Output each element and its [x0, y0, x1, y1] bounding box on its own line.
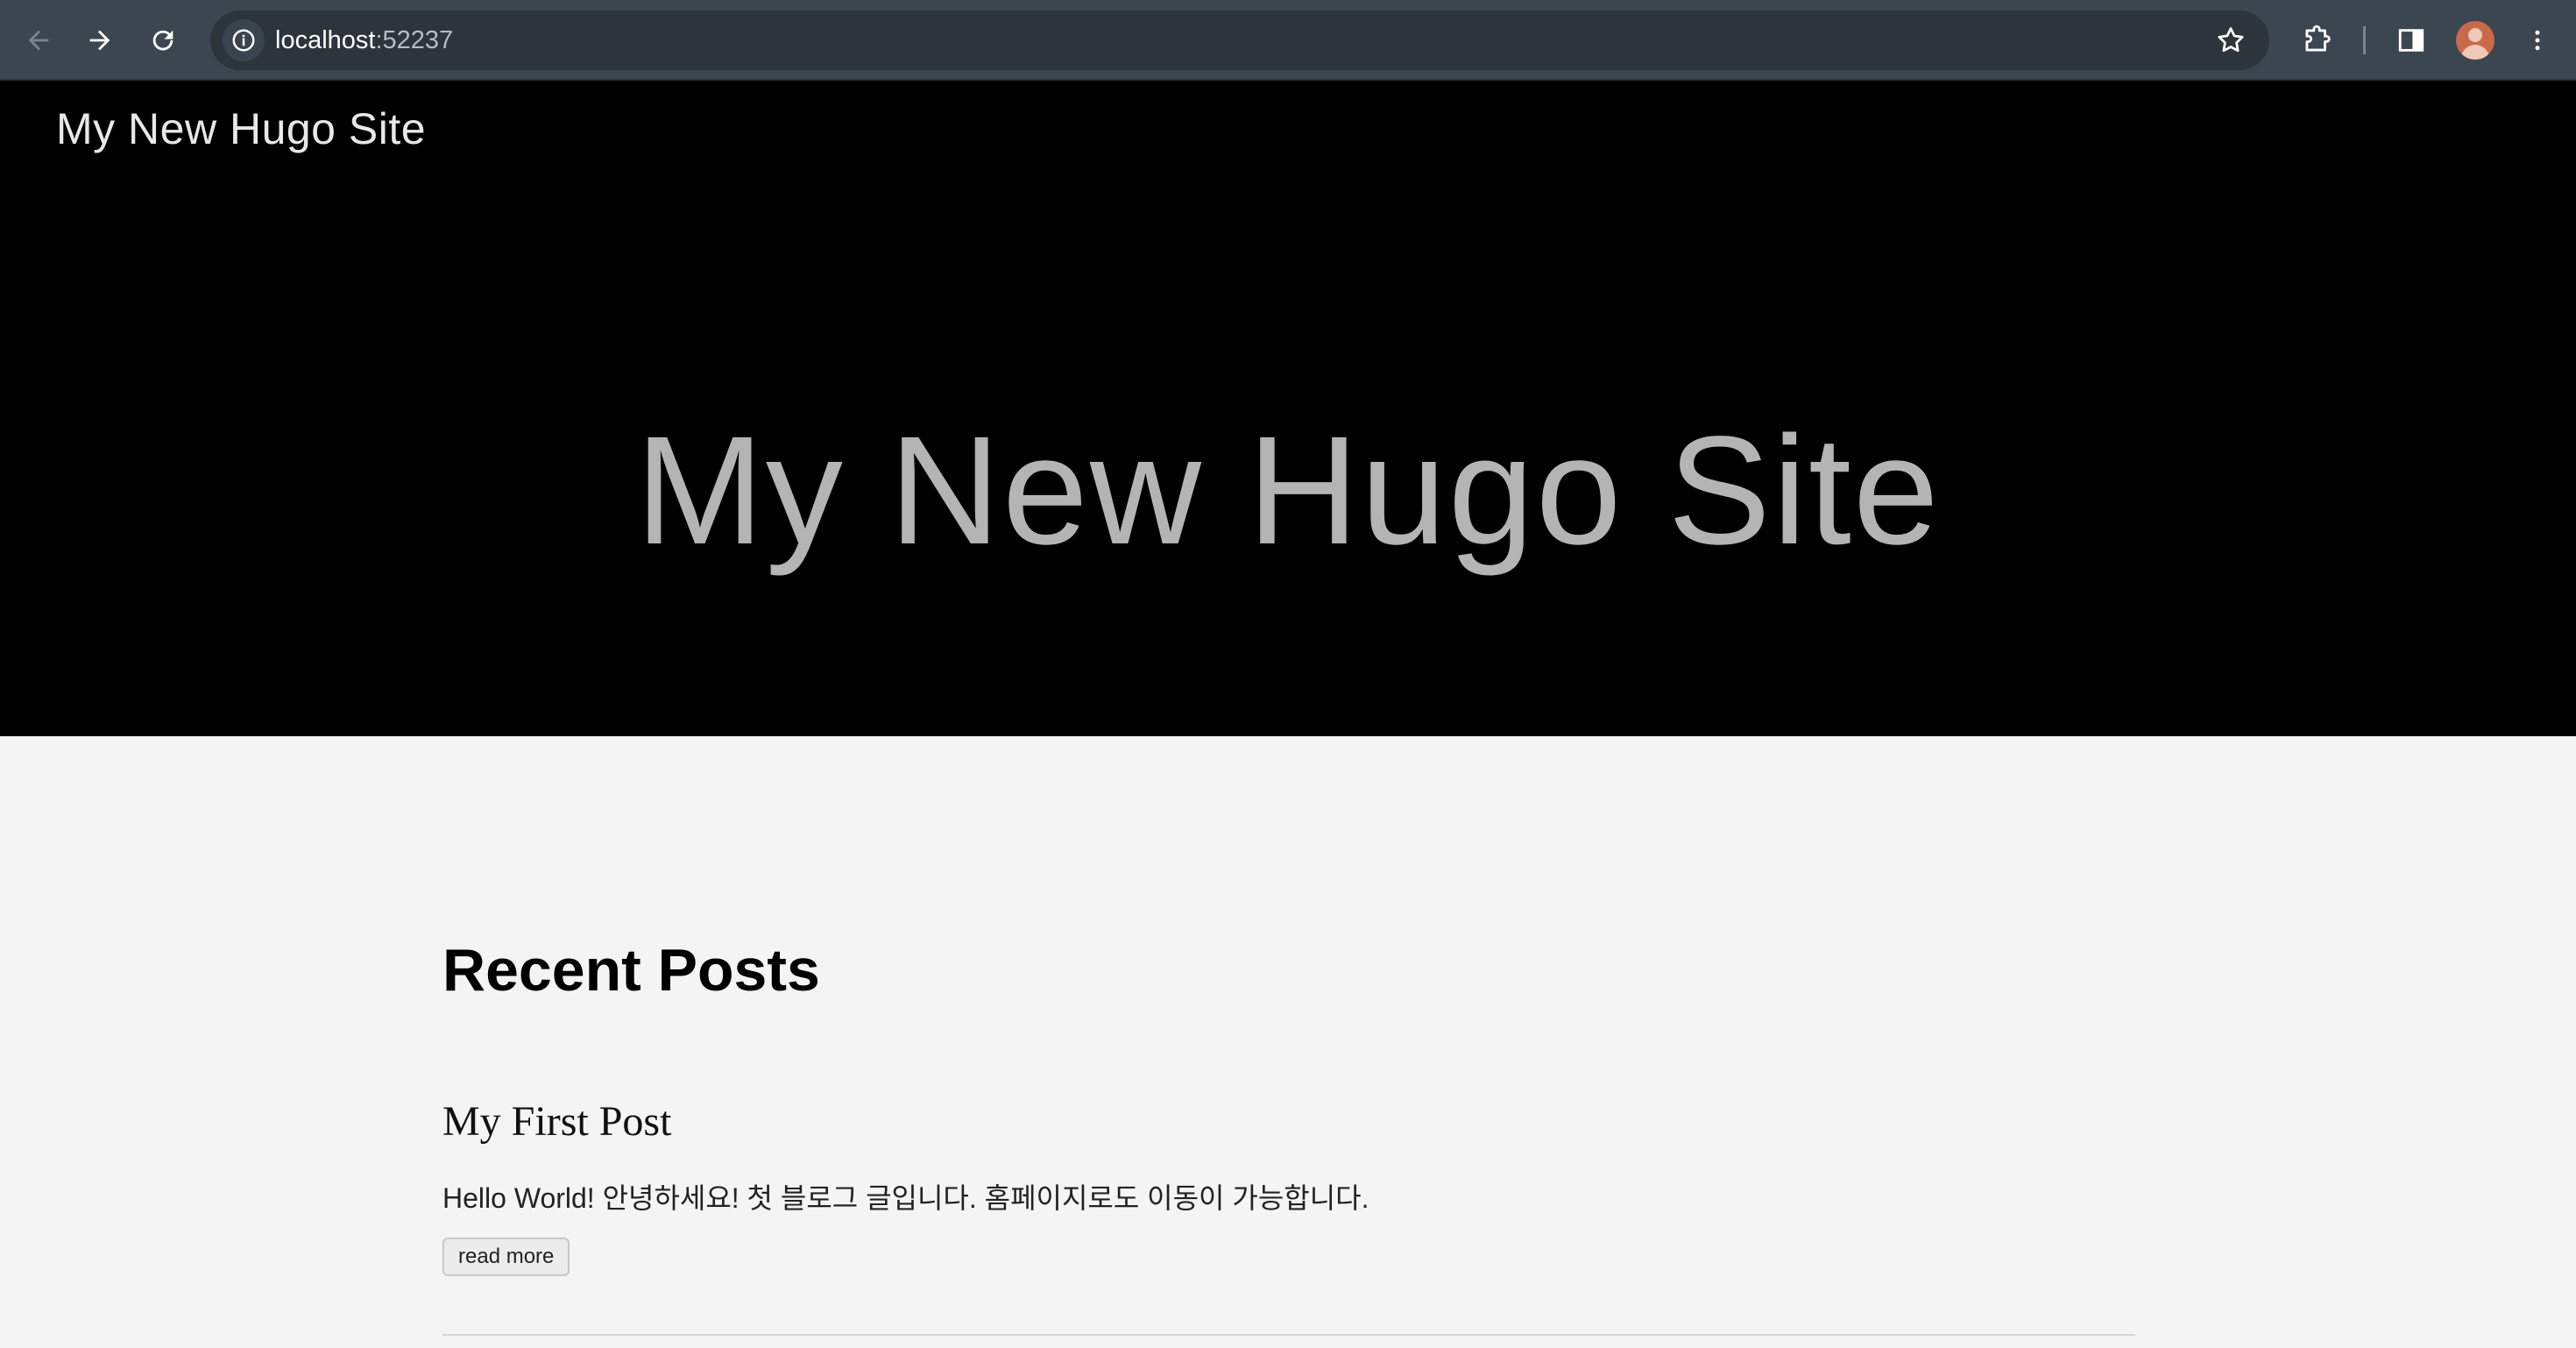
browser-menu-button[interactable]	[2511, 14, 2564, 67]
address-bar[interactable]: localhost:52237	[210, 11, 2269, 70]
avatar-head	[2468, 28, 2482, 42]
extensions-icon	[2305, 25, 2331, 52]
hero-header: My New Hugo Site My New Hugo Site	[0, 81, 2576, 736]
extensions-button[interactable]	[2290, 14, 2343, 67]
avatar-body	[2461, 45, 2489, 60]
browser-toolbar: localhost:52237	[0, 0, 2576, 81]
forward-arrow-icon	[89, 30, 110, 51]
url-host: localhost	[275, 26, 376, 54]
forward-button[interactable]	[74, 14, 126, 67]
url-text[interactable]: localhost:52237	[275, 11, 453, 70]
side-panel-icon	[2398, 29, 2424, 52]
side-panel-button[interactable]	[2385, 14, 2438, 67]
reload-icon	[152, 30, 173, 51]
post-summary: Hello World! 안녕하세요! 첫 블로그 글입니다. 홈페이지로도 이…	[442, 1182, 1369, 1214]
bookmark-button[interactable]	[2212, 21, 2250, 60]
site-info-button[interactable]	[223, 19, 265, 61]
reload-button[interactable]	[137, 14, 189, 67]
toolbar-separator	[2363, 26, 2366, 54]
back-arrow-icon	[28, 30, 49, 51]
back-button[interactable]	[12, 14, 65, 67]
hero-title: My New Hugo Site	[635, 404, 1941, 577]
post-divider	[442, 1334, 2135, 1336]
section-title: Recent Posts	[442, 937, 820, 1004]
star-icon	[2218, 27, 2244, 53]
profile-avatar[interactable]	[2456, 21, 2495, 60]
site-info-icon	[232, 29, 255, 52]
url-port: :52237	[375, 26, 454, 54]
post-title-link[interactable]: My First Post	[442, 1097, 671, 1146]
read-more-button[interactable]: read more	[442, 1238, 570, 1276]
kebab-menu-icon	[2535, 30, 2540, 51]
site-brand-link[interactable]: My New Hugo Site	[56, 103, 426, 154]
